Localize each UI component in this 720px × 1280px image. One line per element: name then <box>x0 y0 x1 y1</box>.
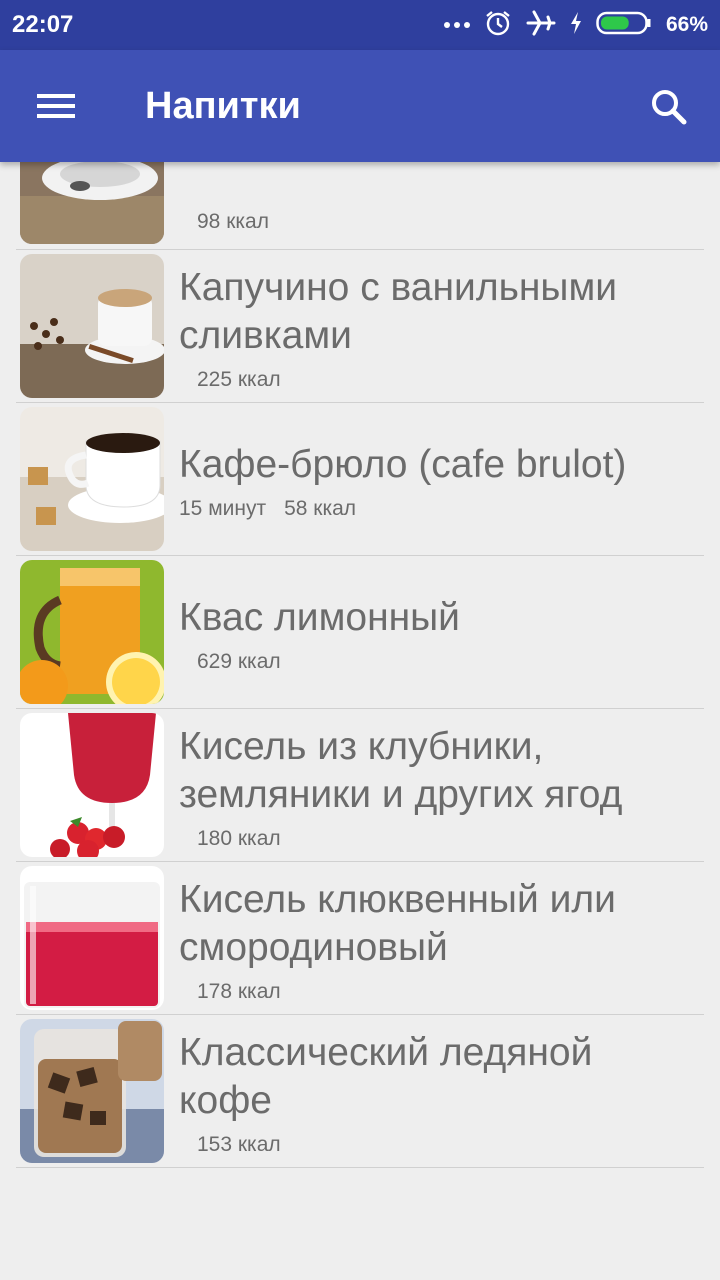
menu-icon <box>37 94 75 118</box>
page-title: Напитки <box>145 85 301 127</box>
recipe-title: Кисель из клубники, земляники и других я… <box>179 725 623 816</box>
recipe-meta: 98 ккал <box>179 210 269 234</box>
list-item[interactable]: 98 ккал <box>16 162 704 250</box>
battery-icon <box>596 11 652 40</box>
recipe-meta: 180 ккал <box>179 827 281 851</box>
list-item[interactable]: Кисель из клубники, земляники и других я… <box>16 709 704 862</box>
alarm-icon <box>484 9 512 42</box>
recipe-meta: 225 ккал <box>179 368 281 392</box>
status-bar: 22:07 66% <box>0 0 720 50</box>
recipe-time: 15 минут <box>179 497 267 520</box>
recipe-thumbnail <box>20 254 164 398</box>
status-icons: 66% <box>443 8 708 42</box>
recipe-thumbnail <box>20 866 164 1010</box>
recipe-title: Кисель клюквенный или смородиновый <box>179 878 616 969</box>
recipe-title: Классический ледяной кофе <box>179 1031 593 1122</box>
recipe-thumbnail <box>20 162 164 244</box>
list-item[interactable]: Квас лимонный 629 ккал <box>16 556 704 709</box>
recipe-meta: 153 ккал <box>179 1133 281 1157</box>
recipe-thumbnail <box>20 407 164 551</box>
list-item[interactable]: Кафе-брюло (cafe brulot) 15 минут 58 ккал <box>16 403 704 556</box>
recipe-kcal: 178 ккал <box>197 980 281 1003</box>
more-dots-icon <box>443 16 470 34</box>
search-button[interactable] <box>634 80 702 132</box>
list-item[interactable]: Кисель клюквенный или смородиновый 178 к… <box>16 862 704 1015</box>
recipe-kcal: 225 ккал <box>197 368 281 391</box>
recipe-kcal: 180 ккал <box>197 827 281 850</box>
recipe-kcal: 98 ккал <box>197 210 269 233</box>
charging-bolt-icon <box>570 11 582 39</box>
list-item[interactable]: Капучино с ванильными сливками 225 ккал <box>16 250 704 403</box>
search-icon <box>652 90 687 125</box>
list-item[interactable]: Классический ледяной кофе 153 ккал <box>16 1015 704 1168</box>
menu-button[interactable] <box>22 80 90 132</box>
recipe-title: Кафе-брюло (cafe brulot) <box>179 443 627 486</box>
recipe-thumbnail <box>20 560 164 704</box>
recipe-meta: 629 ккал <box>179 650 281 674</box>
status-time: 22:07 <box>12 11 74 38</box>
battery-percent: 66% <box>665 13 708 36</box>
recipe-kcal: 153 ккал <box>197 1133 281 1156</box>
recipe-thumbnail <box>20 713 164 857</box>
recipe-meta: 178 ккал <box>179 980 281 1004</box>
recipe-thumbnail <box>20 1019 164 1163</box>
recipe-title: Квас лимонный <box>179 596 460 639</box>
recipe-kcal: 58 ккал <box>284 497 357 520</box>
recipe-meta: 15 минут 58 ккал <box>179 497 356 521</box>
airplane-mode-icon <box>526 9 556 42</box>
app-bar: Напитки <box>0 50 720 162</box>
recipe-kcal: 629 ккал <box>197 650 281 673</box>
recipe-list[interactable]: 98 ккал Капучино с ванильными сливками 2… <box>0 162 720 1280</box>
recipe-title: Капучино с ванильными сливками <box>179 266 618 357</box>
